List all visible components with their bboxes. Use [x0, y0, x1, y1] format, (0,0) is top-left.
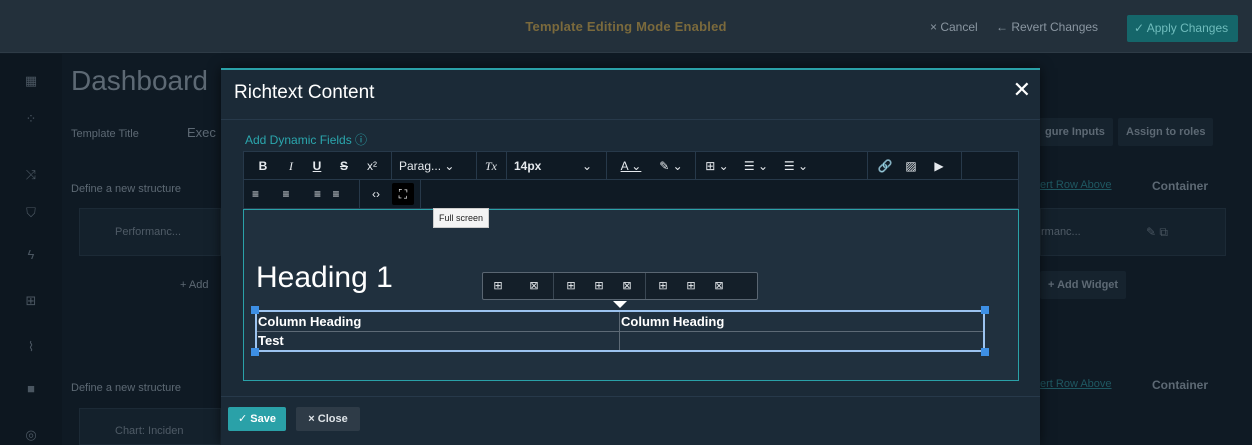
text-color-button[interactable]: A ⌄: [614, 155, 648, 177]
align-center-button[interactable]: ≡: [276, 183, 296, 205]
delete-table-icon[interactable]: ⊠: [526, 278, 542, 294]
font-size-select[interactable]: 14px: [514, 155, 550, 177]
sidebar: ▦ ⁘ ⤨ ⛉ ϟ ⊞ ⌇ ■ ◎: [0, 54, 62, 445]
define-structure-label: Define a new structure: [71, 183, 182, 195]
shield-icon[interactable]: ⛉: [22, 204, 40, 222]
edit-icon[interactable]: ✎ ⧉: [1146, 225, 1168, 240]
bold-button[interactable]: B: [252, 155, 274, 177]
insert-column-after-icon[interactable]: ⊞: [683, 278, 699, 294]
revert-changes-button[interactable]: ← Revert Changes: [996, 16, 1098, 38]
insert-row-after-icon[interactable]: ⊞: [591, 278, 607, 294]
tooltip-arrow: [613, 301, 627, 308]
image-icon[interactable]: ▨: [901, 155, 921, 177]
modal-title: Richtext Content: [234, 82, 375, 103]
resize-handle[interactable]: [981, 306, 989, 314]
align-justify-button[interactable]: ≡: [326, 183, 346, 205]
table-properties-icon[interactable]: ⊞: [490, 278, 506, 294]
globe-icon[interactable]: ◎: [22, 426, 40, 444]
highlight-color-button[interactable]: ✎ ⌄: [654, 155, 688, 177]
workflow-icon[interactable]: ⁘: [22, 110, 40, 128]
editor-content-area[interactable]: Heading 1 ⊞ ⊠ ⊞ ⊞ ⊠ ⊞ ⊞ ⊠ Column Heading…: [243, 209, 1019, 381]
insert-row-above-link[interactable]: ert Row Above: [1040, 378, 1112, 390]
delete-row-icon[interactable]: ⊠: [619, 278, 635, 294]
apps-icon[interactable]: ■: [22, 380, 40, 398]
template-title-label: Template Title: [71, 128, 139, 140]
insert-row-before-icon[interactable]: ⊞: [563, 278, 579, 294]
close-icon[interactable]: ✕: [1013, 78, 1031, 102]
align-right-button[interactable]: ≡: [301, 183, 321, 205]
fullscreen-button[interactable]: ⛶: [392, 183, 414, 205]
resize-handle[interactable]: [251, 306, 259, 314]
define-structure-label: Define a new structure: [71, 382, 182, 394]
chevron-down-icon[interactable]: ⌄: [580, 155, 594, 177]
widget-card[interactable]: rmanc... ✎ ⧉: [1040, 208, 1226, 256]
link-icon[interactable]: 🔗: [875, 155, 895, 177]
modal-footer: ✓ Save × Close: [221, 396, 1040, 445]
superscript-button[interactable]: x²: [360, 155, 384, 177]
underline-button[interactable]: U: [306, 155, 328, 177]
cancel-button[interactable]: × Cancel: [930, 16, 978, 38]
table-cell[interactable]: Test: [257, 331, 284, 351]
clear-formatting-button[interactable]: Tx: [480, 155, 502, 177]
dashboard-icon[interactable]: ▦: [22, 72, 40, 90]
resize-handle[interactable]: [981, 348, 989, 356]
insert-row-above-link[interactable]: ert Row Above: [1040, 179, 1112, 191]
table-header-cell[interactable]: Column Heading: [257, 312, 361, 332]
strikethrough-button[interactable]: S: [333, 155, 355, 177]
add-widget-button[interactable]: + Add Widget: [1040, 271, 1127, 299]
numbered-list-button[interactable]: ☰ ⌄: [779, 155, 813, 177]
close-button[interactable]: × Close: [296, 407, 360, 431]
delete-column-icon[interactable]: ⊠: [711, 278, 727, 294]
align-left-button[interactable]: ≡: [252, 183, 272, 205]
fullscreen-tooltip: Full screen: [433, 208, 490, 228]
source-code-button[interactable]: ‹›: [366, 183, 386, 205]
table-cell[interactable]: [620, 331, 621, 351]
bolt-icon[interactable]: ϟ: [22, 246, 40, 264]
configure-inputs-button[interactable]: gure Inputs: [1037, 118, 1113, 146]
table-context-toolbar: ⊞ ⊠ ⊞ ⊞ ⊠ ⊞ ⊞ ⊠: [482, 272, 758, 300]
editor-toolbar: B I U S x² Parag... ⌄ Tx 14px ⌄ A ⌄ ✎ ⌄ …: [243, 151, 1019, 209]
media-icon[interactable]: ▶: [929, 155, 949, 177]
block-format-select[interactable]: Parag... ⌄: [399, 155, 471, 177]
divider: [221, 119, 1040, 120]
container-label: Container: [1152, 179, 1209, 193]
content-table[interactable]: Column Heading Column Heading Test: [255, 310, 985, 352]
resize-handle[interactable]: [251, 348, 259, 356]
page-title: Dashboard: [71, 65, 208, 96]
widget-title: Performanc...: [115, 226, 182, 238]
add-dynamic-fields-link[interactable]: Add Dynamic Fields ⓘ: [245, 131, 367, 148]
widget-title: Chart: Inciden: [115, 425, 184, 437]
assign-to-roles-button[interactable]: Assign to roles: [1118, 118, 1214, 146]
save-button[interactable]: ✓ Save: [228, 407, 286, 431]
container-label: Container: [1152, 378, 1209, 392]
add-widget-button[interactable]: + Add: [180, 279, 208, 291]
chart-icon[interactable]: ⌇: [22, 338, 40, 356]
building-icon[interactable]: ⊞: [22, 292, 40, 310]
widget-card[interactable]: Performanc...: [79, 208, 221, 256]
widget-card[interactable]: Chart: Inciden: [79, 408, 221, 445]
richtext-modal: Richtext Content ✕ Add Dynamic Fields ⓘ …: [221, 68, 1040, 445]
apply-changes-button[interactable]: ✓ Apply Changes: [1127, 15, 1238, 42]
table-button[interactable]: ⊞ ⌄: [700, 155, 734, 177]
table-header-cell[interactable]: Column Heading: [620, 312, 724, 332]
heading-1[interactable]: Heading 1: [256, 261, 393, 295]
bullet-list-button[interactable]: ☰ ⌄: [739, 155, 773, 177]
italic-button[interactable]: I: [280, 155, 302, 177]
shuffle-icon[interactable]: ⤨: [22, 166, 40, 184]
modal-header: Richtext Content ✕: [221, 70, 1040, 118]
insert-column-before-icon[interactable]: ⊞: [655, 278, 671, 294]
template-title-value[interactable]: Exec: [187, 125, 216, 140]
widget-title: rmanc...: [1041, 226, 1081, 238]
top-bar: Template Editing Mode Enabled × Cancel ←…: [0, 0, 1252, 53]
